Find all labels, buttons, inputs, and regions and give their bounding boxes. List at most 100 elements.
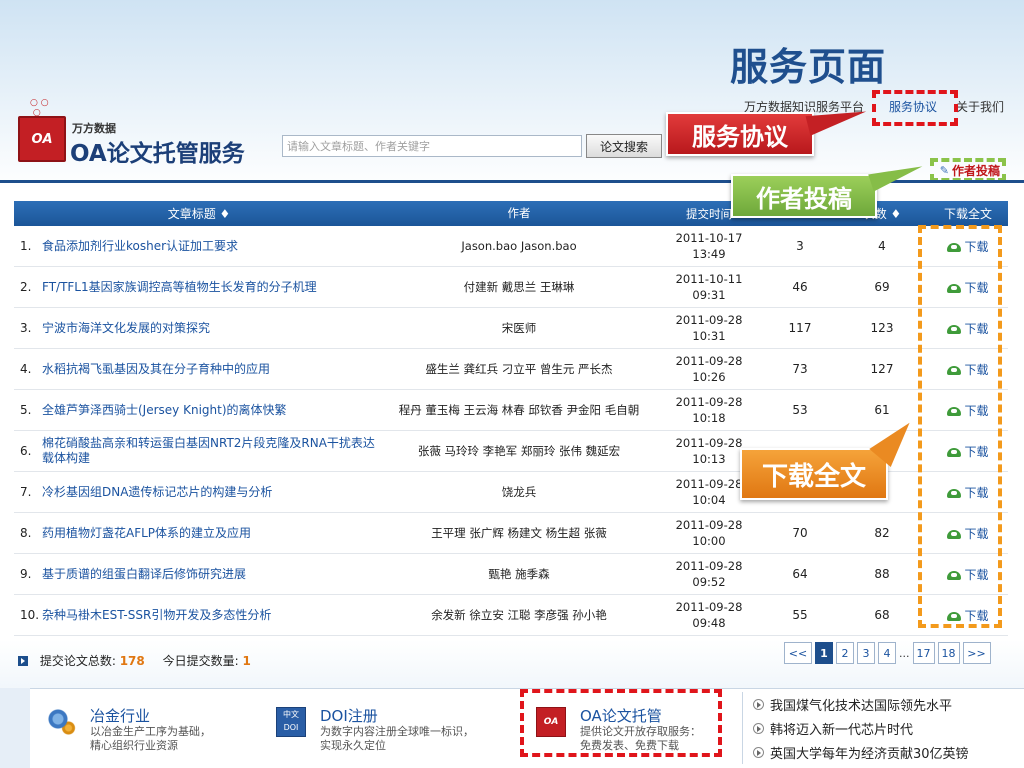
callout-download: 下载全文 [740,448,888,500]
highlight-agreement-box [872,90,958,126]
row-date: 2011-09-28 [675,354,743,368]
table-row: 4. 水稻抗褐飞虱基因及其在分子育种中的应用 盛生兰 龚红兵 刁立平 曾生元 严长杰… [14,349,1008,390]
pagination: << 1 2 3 4... 17 18 >> [784,642,991,664]
service-desc: 为数字内容注册全球唯一标识， 实现永久定位 [320,725,474,752]
page-next-button[interactable]: >> [962,642,991,664]
row-downloads: 88 [874,567,890,581]
row-date: 2011-09-28 [675,395,743,409]
row-title-cell: 5. 全雄芦笋泽西骑士(Jersey Knight)的离体快繁 [14,403,384,418]
row-title-cell: 4. 水稻抗褐飞虱基因及其在分子育种中的应用 [14,362,384,377]
row-time: 2011-10-17 13:49 [654,230,764,262]
table-row: 1. 食品添加剂行业kosher认证加工要求 Jason.bao Jason.bao… [14,226,1008,267]
paper-title-link[interactable]: 棉花硝酸盐高亲和转运蛋白基因NRT2片段克隆及RNA干扰表达载体构建 [42,436,384,466]
logo-bubbles-icon: ○ ○ ○ [30,98,49,118]
row-downloads: 61 [874,403,890,417]
arrow-circle-icon [753,698,764,710]
news-item[interactable]: 韩将迈入新一代芯片时代 [753,716,1002,740]
paper-title-link[interactable]: 全雄芦笋泽西骑士(Jersey Knight)的离体快繁 [42,403,287,418]
row-views: 70 [792,526,808,540]
row-title-cell: 3. 宁波市海洋文化发展的对策探究 [14,321,384,336]
row-time: 2011-09-28 09:52 [654,558,764,590]
row-clock: 09:52 [692,575,726,589]
header-author: 作者 [507,206,531,220]
arrow-circle-icon [753,722,764,734]
row-authors: 张薇 马玲玲 李艳军 郑丽玲 张伟 魏延宏 [417,443,621,458]
left-shade [0,688,30,768]
row-time: 2011-09-28 10:18 [654,394,764,426]
row-title-cell: 8. 药用植物灯盏花AFLP体系的建立及应用 [14,526,384,541]
search-input[interactable] [282,135,582,157]
paper-title-link[interactable]: 水稻抗褐飞虱基因及其在分子育种中的应用 [42,362,270,377]
row-date: 2011-09-28 [675,313,743,327]
row-authors: Jason.bao Jason.bao [461,238,577,253]
row-date: 2011-09-28 [675,518,743,532]
row-authors: 盛生兰 龚红兵 刁立平 曾生元 严长杰 [425,361,613,376]
row-views: 46 [792,280,808,294]
logo-name: OA论文托管服务 [70,141,245,167]
row-time: 2011-10-11 09:31 [654,271,764,303]
service-name[interactable]: DOI注册 [320,705,378,726]
row-time: 2011-09-28 09:48 [654,599,764,631]
page-button-17[interactable]: 17 [912,642,935,664]
row-downloads: 82 [874,526,890,540]
row-downloads: 127 [870,362,894,376]
today-label: 今日提交数量: [162,654,239,668]
page-button-3[interactable]: 3 [857,642,875,664]
row-authors: 王平理 张广辉 杨建文 杨生超 张薇 [431,525,607,540]
paper-title-link[interactable]: 冷杉基因组DNA遗传标记芯片的构建与分析 [42,485,272,500]
row-views: 53 [792,403,808,417]
row-clock: 10:26 [692,370,726,384]
table-row: 8. 药用植物灯盏花AFLP体系的建立及应用 王平理 张广辉 杨建文 杨生超 张薇 2… [14,513,1008,554]
page-prev-button[interactable]: << [784,642,812,664]
row-time: 2011-09-28 10:31 [654,312,764,344]
row-date: 2011-10-17 [675,231,743,245]
today-value: 1 [242,654,251,668]
page-ellipsis: ... [899,646,910,660]
header-title[interactable]: 文章标题 ♦ [14,205,384,222]
row-clock: 10:31 [692,329,726,343]
row-date: 2011-09-28 [675,600,743,614]
paper-title-link[interactable]: 杂种马褂木EST-SSR引物开发及多态性分析 [42,608,271,623]
row-views: 73 [792,362,808,376]
header-download-full: 下载全文 [943,207,992,221]
news-item[interactable]: 英国大学每年为经济贡献30亿英镑 [753,740,1002,764]
news-list: 我国煤气化技术达国际领先水平韩将迈入新一代芯片时代 英国大学每年为经济贡献30亿英… [742,692,1002,764]
row-views: 117 [788,321,812,335]
row-clock: 09:48 [692,616,726,630]
paper-table: 文章标题 ♦ 作者 提交时间 次数 ♦ 下载全文 1. 食品添加剂行业kosher… [14,201,1008,636]
row-time: 2011-09-28 10:26 [654,353,764,385]
row-clock: 10:00 [692,534,726,548]
row-authors: 宋医师 [501,320,537,335]
paper-title-link[interactable]: 基于质谱的组蛋白翻译后修饰研究进展 [42,567,246,582]
table-row: 3. 宁波市海洋文化发展的对策探究 宋医师 2011-09-28 10:31 117 123… [14,308,1008,349]
author-post-button[interactable]: ✎ 作者投稿 [930,158,1006,182]
page-button-2[interactable]: 2 [836,642,854,664]
paper-title-link[interactable]: 药用植物灯盏花AFLP体系的建立及应用 [42,526,251,541]
arrow-circle-icon [753,746,764,758]
row-authors: 程丹 董玉梅 王云海 林春 邱钦香 尹金阳 毛自朝 [398,402,640,417]
total-label: 提交论文总数: [39,654,116,668]
page-button-18[interactable]: 18 [937,642,960,664]
doi-icon: 中文 DOI [276,707,306,737]
paper-title-link[interactable]: 宁波市海洋文化发展的对策探究 [42,321,210,336]
news-item[interactable]: 我国煤气化技术达国际领先水平 [753,692,1002,716]
row-number: 9. [20,567,32,581]
row-number: 7. [20,485,32,499]
table-row: 10. 杂种马褂木EST-SSR引物开发及多态性分析 余发新 徐立安 江聪 李彦强 … [14,595,1008,636]
row-number: 8. [20,526,32,540]
row-title-cell: 6. 棉花硝酸盐高亲和转运蛋白基因NRT2片段克隆及RNA干扰表达载体构建 [14,436,384,466]
paper-title-link[interactable]: 食品添加剂行业kosher认证加工要求 [42,239,238,254]
table-row: 2. FT/TFL1基因家族调控高等植物生长发育的分子机理 付建新 戴思兰 王琳琳 2… [14,267,1008,308]
search-button[interactable]: 论文搜索 [586,134,662,158]
page-button-1[interactable]: 1 [815,642,833,664]
row-views: 55 [792,608,808,622]
page-button-4[interactable]: 4 [878,642,896,664]
service-name[interactable]: 冶金行业 [90,705,150,726]
paper-title-link[interactable]: FT/TFL1基因家族调控高等植物生长发育的分子机理 [42,280,317,295]
row-number: 2. [20,280,32,294]
news-text: 我国煤气化技术达国际领先水平 [770,698,953,714]
link-about-us[interactable]: 关于我们 [956,98,1004,115]
gear-icon [46,707,76,737]
row-authors: 饶龙兵 [501,484,537,499]
site-logo[interactable]: ○ ○ ○ OA 万方数据 OA论文托管服务 [16,98,256,167]
